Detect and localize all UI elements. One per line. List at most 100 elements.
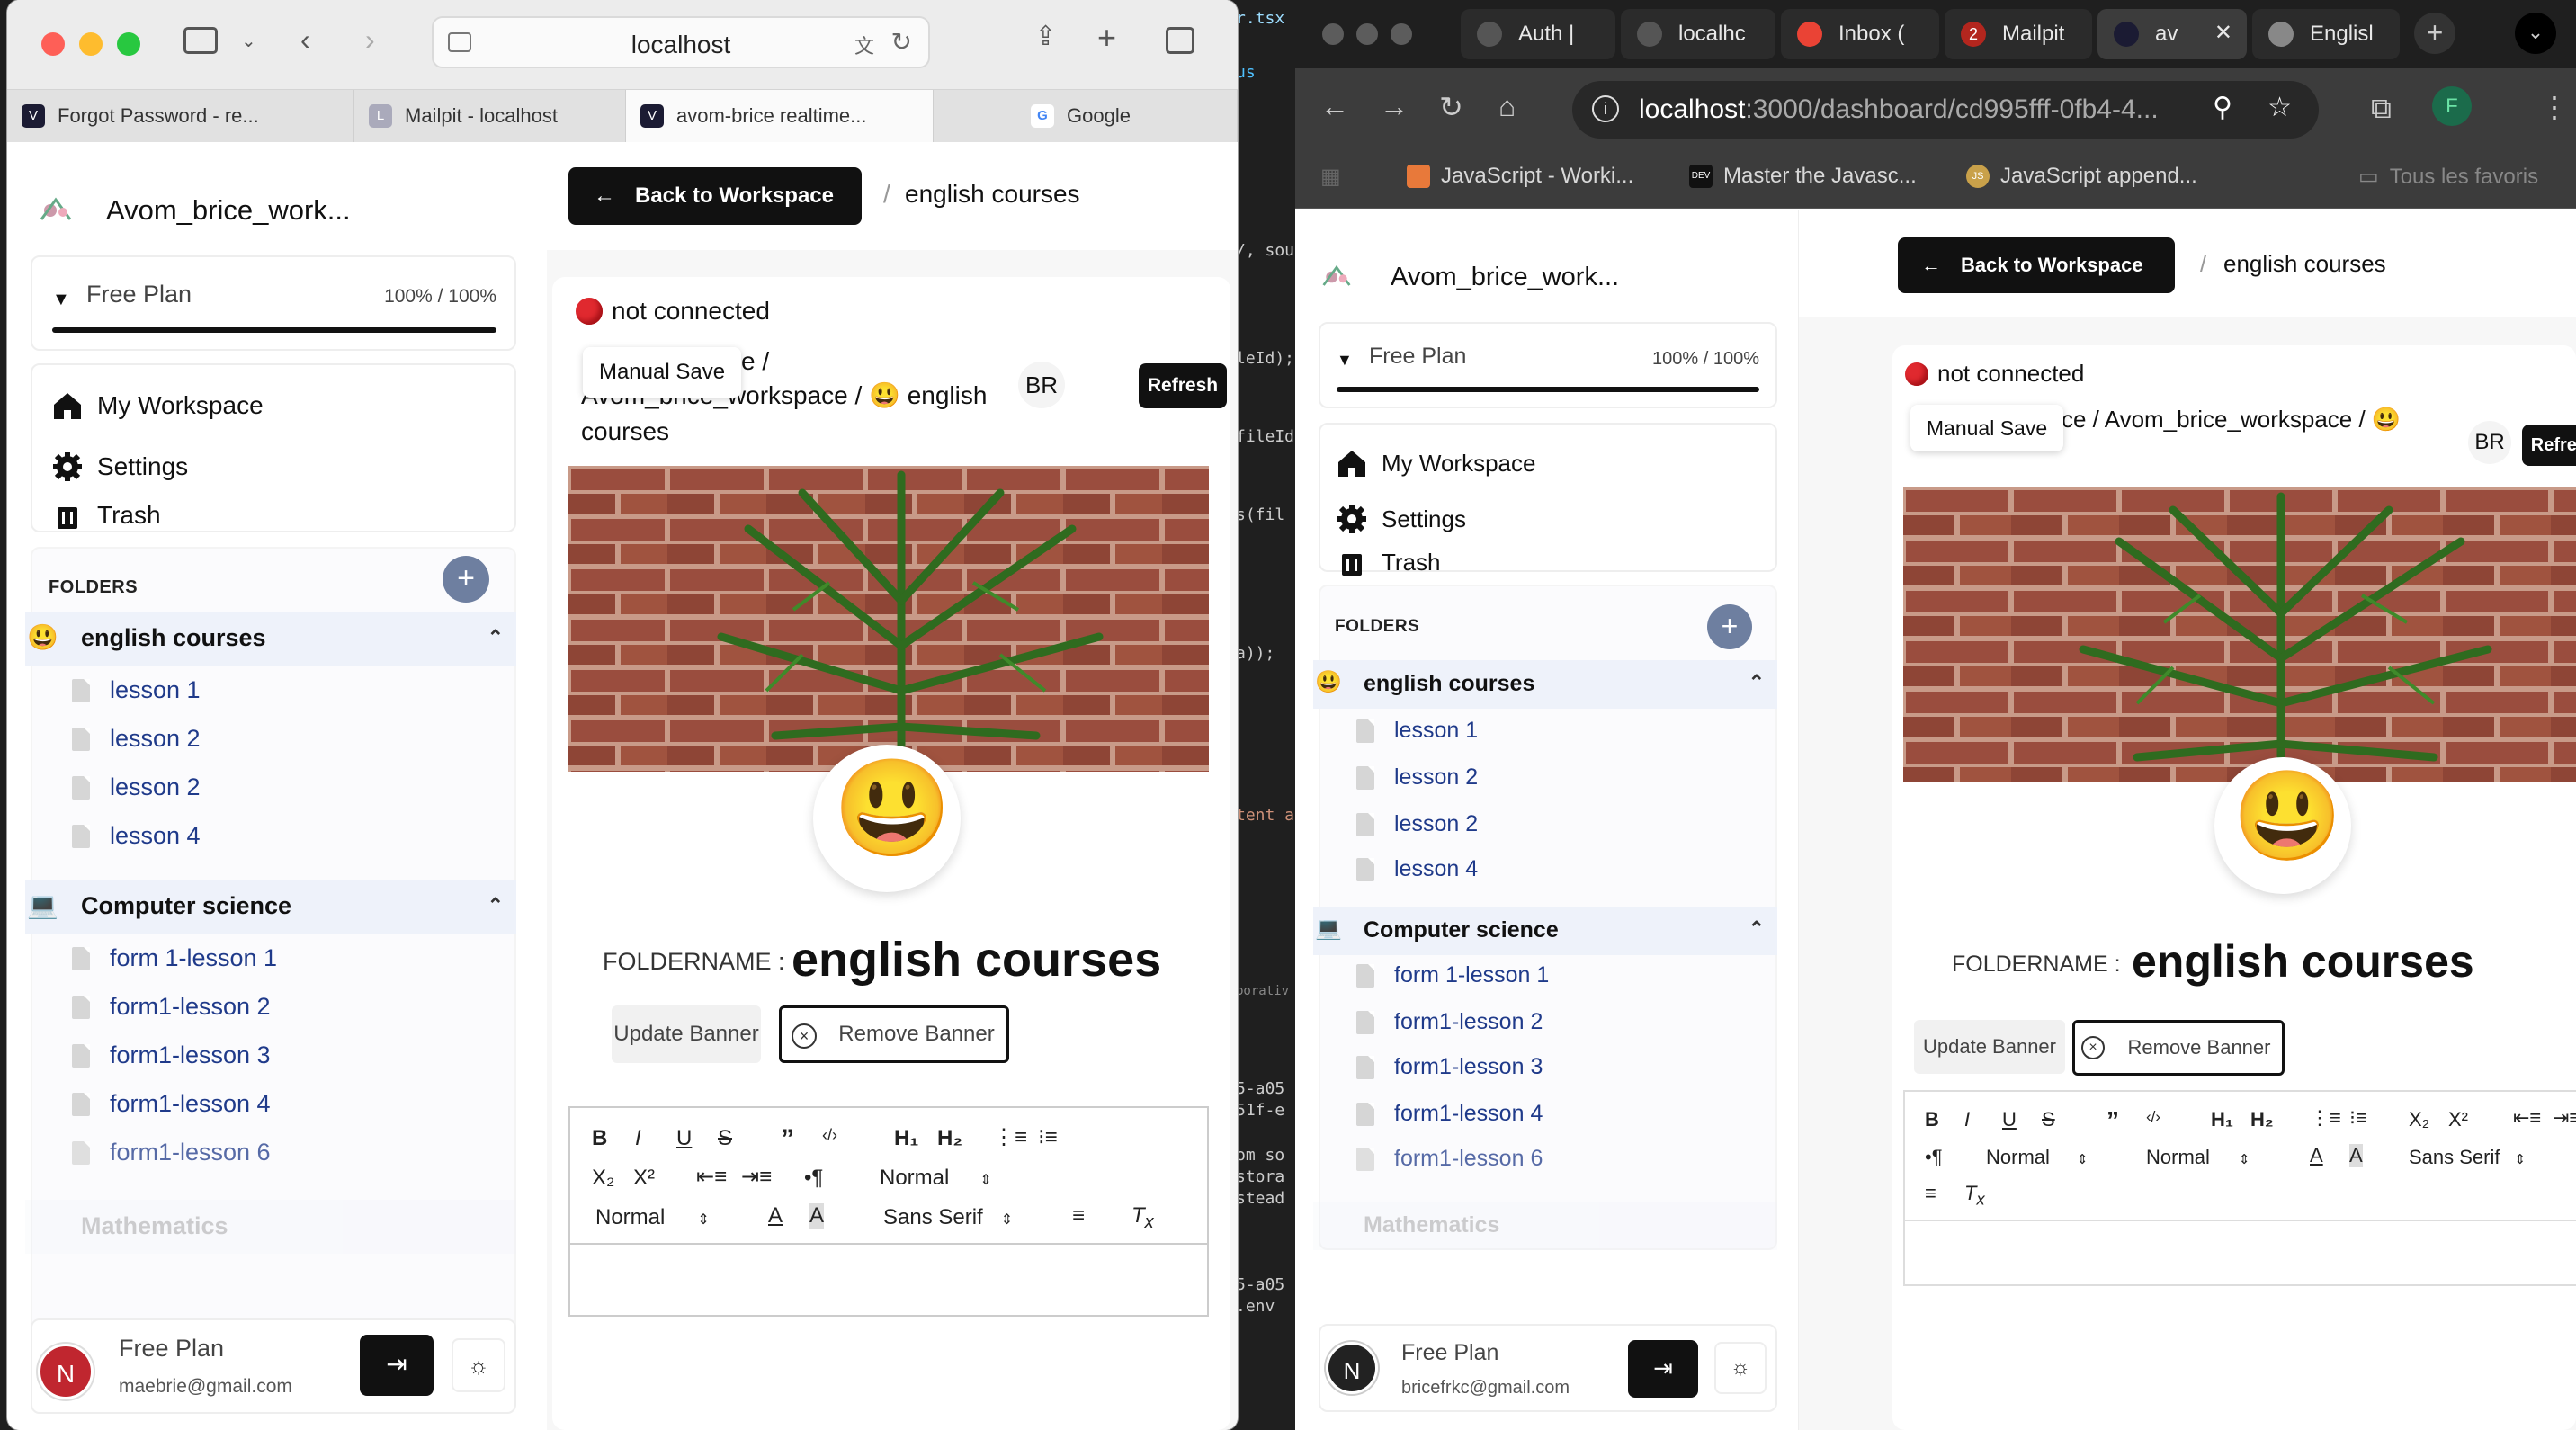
header-select[interactable]: Normal ⇕	[1986, 1146, 2088, 1169]
superscript-icon[interactable]: X²	[2448, 1108, 2468, 1131]
file-item[interactable]: form1-lesson 3	[1356, 1054, 1543, 1080]
back-icon[interactable]: ←	[1320, 90, 1349, 123]
chevron-down-icon[interactable]: ⌄	[241, 32, 256, 50]
zoom-window-button[interactable]	[1391, 23, 1412, 45]
file-item[interactable]: lesson 2	[72, 773, 201, 801]
blockquote-icon[interactable]: ”	[2106, 1106, 2119, 1135]
workspace-name[interactable]: Avom_brice_work...	[106, 194, 351, 227]
share-icon[interactable]: ⇪	[1034, 23, 1057, 50]
tab-gmail[interactable]: Inbox (	[1781, 9, 1939, 59]
folder-name-title[interactable]: english courses	[792, 932, 1161, 988]
logout-button[interactable]: ⇥	[1628, 1340, 1698, 1398]
theme-toggle-sun-icon[interactable]: ☼	[452, 1338, 505, 1392]
refresh-button[interactable]: Refresh	[2522, 425, 2576, 466]
clear-format-icon[interactable]: Tx	[1131, 1203, 1154, 1233]
update-banner-button[interactable]: Update Banner	[1914, 1020, 2065, 1074]
subscript-icon[interactable]: X₂	[592, 1166, 614, 1191]
refresh-button[interactable]: Refresh	[1139, 363, 1227, 408]
folder-computer-science[interactable]: 💻 Computer science ⌃	[25, 880, 516, 934]
underline-icon[interactable]: U	[2002, 1108, 2017, 1131]
blockquote-icon[interactable]: ”	[781, 1124, 794, 1155]
folder-mathematics[interactable]: Mathematics	[25, 1200, 516, 1254]
text-direction-icon[interactable]: •¶	[1925, 1146, 1943, 1169]
strikethrough-icon[interactable]: S	[2042, 1108, 2055, 1131]
code-block-icon[interactable]: ‹/›	[2146, 1108, 2160, 1126]
background-color-icon[interactable]: A	[2349, 1144, 2363, 1167]
site-info-icon[interactable]: i	[1592, 95, 1619, 122]
add-folder-button[interactable]: +	[1707, 604, 1752, 649]
outdent-icon[interactable]: ⇤≡	[2513, 1106, 2541, 1130]
bold-icon[interactable]: B	[1925, 1108, 1939, 1131]
bullet-list-icon[interactable]: ⁝≡	[2349, 1106, 2367, 1130]
zoom-window-button[interactable]	[117, 32, 140, 56]
close-window-button[interactable]	[41, 32, 65, 56]
avatar[interactable]: N	[38, 1344, 94, 1399]
folder-computer-science[interactable]: 💻 Computer science ⌃	[1313, 907, 1777, 955]
folder-emoji-picker[interactable]: 😃	[2214, 757, 2351, 894]
chevron-up-icon[interactable]: ⌃	[1749, 917, 1765, 941]
all-bookmarks[interactable]: ▭ Tous les favoris	[2358, 164, 2538, 190]
tab-english[interactable]: Englisl	[2252, 9, 2400, 59]
reload-icon[interactable]: ↻	[1439, 90, 1463, 124]
background-color-icon[interactable]: A	[809, 1203, 825, 1229]
bold-icon[interactable]: B	[592, 1126, 607, 1151]
file-item[interactable]: form1-lesson 4	[72, 1090, 271, 1118]
folder-english-courses[interactable]: 😃 english courses ⌃	[1313, 660, 1777, 709]
back-to-workspace-button[interactable]: ← Back to Workspace	[568, 167, 862, 225]
add-folder-button[interactable]: +	[443, 556, 489, 603]
workspace-name[interactable]: Avom_brice_work...	[1391, 263, 1619, 292]
triangle-down-icon[interactable]: ▼	[52, 290, 70, 310]
minimize-window-button[interactable]	[1356, 23, 1378, 45]
nav-my-workspace[interactable]: My Workspace	[52, 390, 264, 421]
indent-icon[interactable]: ⇥≡	[2553, 1106, 2576, 1130]
file-item[interactable]: lesson 1	[1356, 718, 1478, 744]
back-icon[interactable]: ‹	[300, 25, 310, 54]
close-window-button[interactable]	[1322, 23, 1344, 45]
chevron-up-icon[interactable]: ⌃	[487, 626, 504, 649]
header-select[interactable]: Normal ⇕	[880, 1166, 992, 1191]
file-item[interactable]: lesson 2	[1356, 811, 1478, 837]
reload-icon[interactable]: ↻	[891, 27, 912, 57]
theme-toggle-sun-icon[interactable]: ☼	[1714, 1342, 1767, 1394]
file-item[interactable]: form1-lesson 2	[1356, 1009, 1543, 1035]
font-select[interactable]: Sans Serif ⇕	[883, 1205, 1013, 1230]
folder-english-courses[interactable]: 😃 english courses ⌃	[25, 612, 516, 666]
italic-icon[interactable]: I	[1964, 1108, 1970, 1131]
strikethrough-icon[interactable]: S	[718, 1126, 732, 1151]
profile-avatar[interactable]: F	[2432, 86, 2472, 126]
size-select[interactable]: Normal ⇕	[2146, 1146, 2250, 1169]
ordered-list-icon[interactable]: ⋮≡	[993, 1124, 1027, 1150]
file-item[interactable]: form1-lesson 6	[1356, 1146, 1543, 1172]
new-tab-icon[interactable]: +	[2414, 13, 2455, 54]
file-item[interactable]: form1-lesson 6	[72, 1139, 271, 1166]
outdent-icon[interactable]: ⇤≡	[696, 1164, 727, 1190]
file-item[interactable]: form1-lesson 2	[72, 993, 271, 1021]
tab-avom-active[interactable]: av ✕	[2097, 9, 2247, 59]
code-block-icon[interactable]: ‹/›	[822, 1126, 837, 1145]
tab-overview-icon[interactable]	[1166, 27, 1194, 54]
minimize-window-button[interactable]	[79, 32, 103, 56]
align-icon[interactable]: ≡	[1072, 1203, 1085, 1229]
nav-my-workspace[interactable]: My Workspace	[1337, 448, 1535, 478]
home-icon[interactable]: ⌂	[1498, 90, 1516, 123]
manual-save-tooltip[interactable]: Manual Save	[1910, 405, 2063, 451]
file-item[interactable]: form 1-lesson 1	[72, 944, 277, 972]
triangle-down-icon[interactable]: ▼	[1337, 351, 1353, 370]
text-color-icon[interactable]: A	[768, 1203, 783, 1229]
subscript-icon[interactable]: X₂	[2409, 1108, 2429, 1131]
file-item[interactable]: form1-lesson 4	[1356, 1101, 1543, 1127]
nav-settings[interactable]: Settings	[1337, 504, 1466, 534]
address-bar[interactable]: localhost 文 ↻	[432, 16, 930, 68]
nav-trash[interactable]: Trash	[1337, 547, 1441, 577]
tab-mailpit[interactable]: 2 Mailpit	[1945, 9, 2092, 59]
forward-icon[interactable]: →	[1380, 90, 1409, 123]
tab-google[interactable]: G Google	[934, 90, 1238, 142]
tab-mailpit[interactable]: L Mailpit - localhost	[354, 90, 626, 142]
zoom-search-icon[interactable]: ⚲	[2213, 92, 2232, 123]
address-bar[interactable]: i localhost:3000/dashboard/cd995fff-0fb4…	[1572, 81, 2319, 139]
breadcrumb[interactable]: english courses	[2223, 250, 2386, 278]
text-direction-icon[interactable]: •¶	[804, 1166, 823, 1191]
chevron-up-icon[interactable]: ⌃	[487, 894, 504, 917]
heading2-icon[interactable]: H₂	[2250, 1108, 2274, 1131]
italic-icon[interactable]: I	[635, 1126, 641, 1151]
